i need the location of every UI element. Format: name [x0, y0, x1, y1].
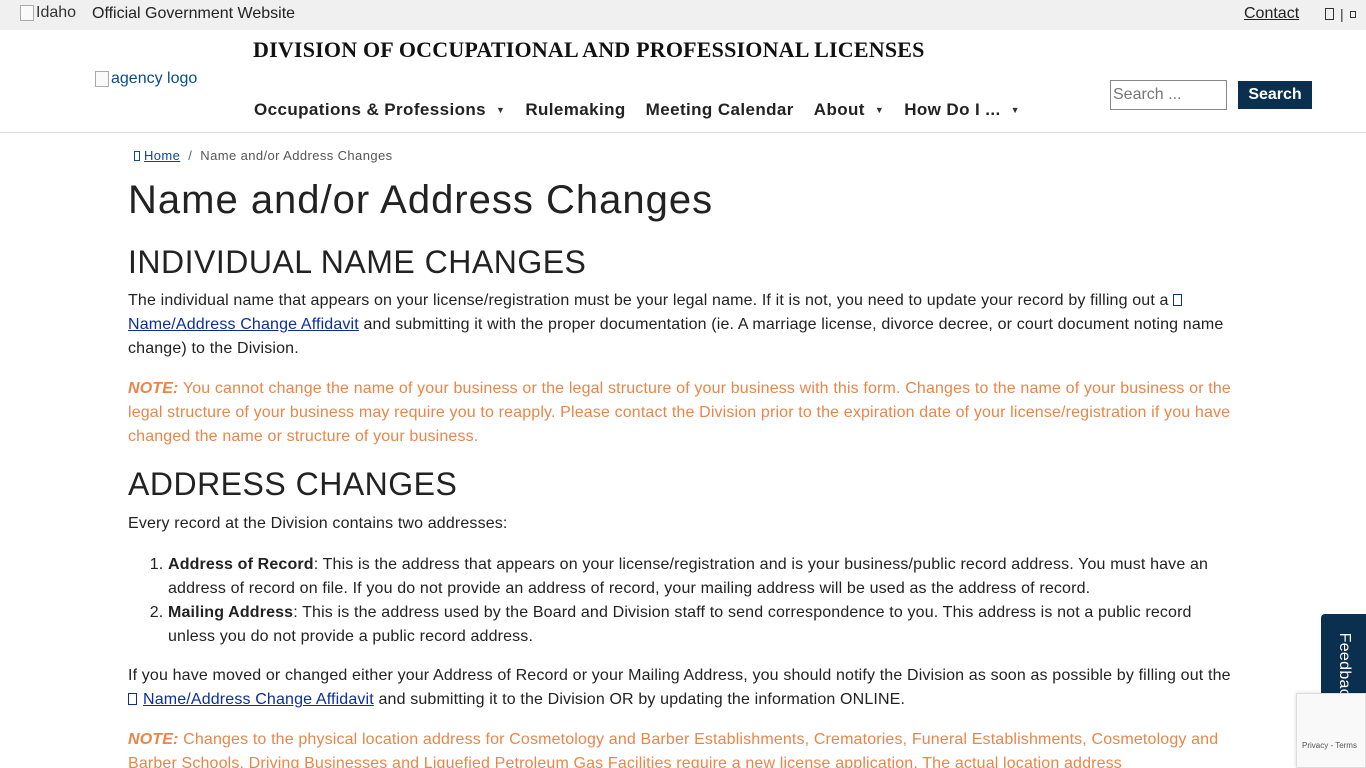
- paragraph-text: and submitting it to the Division OR by …: [378, 691, 906, 708]
- document-icon: [128, 693, 137, 705]
- home-icon: [134, 150, 140, 161]
- caret-down-icon: ▼: [1010, 105, 1020, 115]
- nav-label: Occupations & Professions: [254, 100, 486, 119]
- nav-meeting-calendar[interactable]: Meeting Calendar: [646, 100, 794, 120]
- nav-label: Rulemaking: [525, 100, 626, 119]
- nav-label: How Do I ...: [904, 100, 1001, 119]
- link-label: Name/Address Change Affidavit: [143, 691, 374, 708]
- contact-link[interactable]: Contact: [1244, 5, 1299, 23]
- nav-label: About: [813, 100, 865, 119]
- nav-about[interactable]: About ▼: [814, 100, 884, 120]
- document-icon: [1173, 294, 1183, 306]
- nav-rulemaking[interactable]: Rulemaking: [525, 100, 625, 120]
- term: Mailing Address: [168, 604, 294, 621]
- breadcrumb: Home / Name and/or Address Changes: [134, 148, 392, 163]
- address-change-paragraph: If you have moved or changed either your…: [128, 664, 1238, 712]
- paragraph-text: If you have moved or changed either your…: [128, 667, 1231, 684]
- caret-down-icon: ▼: [874, 105, 885, 115]
- term-description: : This is the address used by the Board …: [168, 604, 1192, 645]
- term: Address of Record: [168, 556, 314, 573]
- accessibility-icon[interactable]: [1349, 10, 1356, 18]
- agency-logo[interactable]: agency logo: [95, 70, 197, 88]
- gov-banner: Idaho Official Government Website Contac…: [0, 0, 1366, 30]
- breadcrumb-current: Name and/or Address Changes: [200, 148, 393, 163]
- translate-icon[interactable]: [1325, 8, 1334, 20]
- search-button[interactable]: Search: [1238, 81, 1312, 109]
- link-label: Name/Address Change Affidavit: [128, 316, 359, 333]
- name-address-affidavit-link[interactable]: Name/Address Change Affidavit: [128, 691, 374, 708]
- recaptcha-badge[interactable]: Privacy - Terms: [1296, 693, 1366, 768]
- list-item: Address of Record: This is the address t…: [168, 553, 1238, 601]
- nav-label: Meeting Calendar: [645, 100, 794, 119]
- note-text: You cannot change the name of your busin…: [128, 380, 1231, 445]
- logo-alt-text: agency logo: [111, 70, 198, 87]
- individual-name-changes-heading: INDIVIDUAL NAME CHANGES: [128, 244, 587, 280]
- note-label: NOTE:: [128, 380, 179, 397]
- individual-name-paragraph: The individual name that appears on your…: [128, 289, 1238, 361]
- note-text: Changes to the physical location address…: [128, 731, 1219, 768]
- term-description: : This is the address that appears on yo…: [168, 556, 1209, 597]
- nav-how-do-i[interactable]: How Do I ... ▼: [904, 100, 1020, 120]
- utility-icons: |: [1325, 6, 1356, 22]
- main-nav: Occupations & Professions ▼ Rulemaking M…: [254, 100, 1040, 120]
- caret-down-icon: ▼: [496, 105, 506, 115]
- search-input[interactable]: [1110, 80, 1227, 110]
- page-title: Name and/or Address Changes: [128, 178, 714, 222]
- broken-image-icon: [20, 5, 34, 21]
- official-website-text: Official Government Website: [92, 5, 296, 22]
- recaptcha-privacy-terms[interactable]: Privacy - Terms: [1302, 741, 1357, 750]
- paragraph-text: The individual name that appears on your…: [128, 292, 1169, 309]
- note-label: NOTE:: [128, 731, 179, 748]
- breadcrumb-separator: /: [188, 148, 193, 163]
- address-note: NOTE: Changes to the physical location a…: [128, 728, 1238, 768]
- agency-title: DIVISION OF OCCUPATIONAL AND PROFESSIONA…: [253, 37, 925, 62]
- divider: |: [1340, 6, 1344, 22]
- nav-occupations[interactable]: Occupations & Professions ▼: [254, 100, 505, 120]
- address-types-list: Address of Record: This is the address t…: [168, 553, 1238, 649]
- breadcrumb-home-link[interactable]: Home: [144, 148, 180, 163]
- idaho-flag-image: Idaho: [20, 4, 76, 22]
- site-header: DIVISION OF OCCUPATIONAL AND PROFESSIONA…: [0, 30, 1366, 133]
- address-changes-heading: ADDRESS CHANGES: [128, 466, 458, 502]
- address-intro: Every record at the Division contains tw…: [128, 515, 508, 532]
- list-item: Mailing Address: This is the address use…: [168, 601, 1238, 649]
- flag-alt-text: Idaho: [36, 4, 77, 21]
- broken-image-icon: [95, 71, 109, 87]
- individual-note: NOTE: You cannot change the name of your…: [128, 377, 1238, 449]
